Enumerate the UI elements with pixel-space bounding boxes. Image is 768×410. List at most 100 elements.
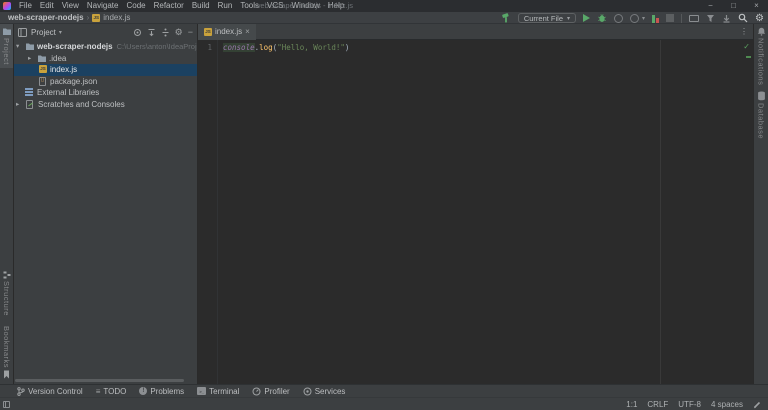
maximize-button[interactable]: □ <box>722 0 745 12</box>
database-icon <box>757 91 765 101</box>
main-toolbar: Current File ▾ ▾ ⚙ <box>501 12 764 24</box>
editor-area: JS index.js × ⋮ 1 console.log("Hello, Wo… <box>198 23 753 384</box>
tab-indexjs[interactable]: JS index.js × <box>198 23 256 40</box>
folder-icon <box>38 55 46 62</box>
menu-navigate[interactable]: Navigate <box>83 0 123 12</box>
indent-widget[interactable]: 4 spaces <box>711 400 743 409</box>
minimize-button[interactable]: − <box>699 0 722 12</box>
menu-build[interactable]: Build <box>188 0 214 12</box>
chevron-collapsed-icon[interactable]: ▸ <box>28 53 31 65</box>
stripe-label-bookmarks: Bookmarks <box>2 325 11 368</box>
project-view-icon <box>18 27 27 37</box>
tab-options-kebab-icon[interactable]: ⋮ <box>740 27 753 36</box>
todo-list-icon: ≡ <box>95 386 101 396</box>
encoding-widget[interactable]: UTF-8 <box>678 400 701 409</box>
tab-label: index.js <box>215 27 243 36</box>
close-tab-icon[interactable]: × <box>245 27 250 36</box>
update-project-icon[interactable] <box>706 14 715 23</box>
tree-row-packagejson[interactable]: {} package.json <box>14 76 197 88</box>
stripe-button-bookmarks[interactable]: Bookmarks <box>0 323 13 382</box>
stripe-button-project[interactable]: Project <box>0 24 13 68</box>
tool-button-label: Version Control <box>28 386 83 396</box>
services-gauge-icon <box>303 387 312 395</box>
menu-code[interactable]: Code <box>122 0 149 12</box>
tool-button-terminal[interactable]: >_ Terminal <box>197 387 239 396</box>
tool-button-problems[interactable]: ! Problems <box>139 387 184 396</box>
build-hammer-icon[interactable] <box>501 13 511 23</box>
menu-refactor[interactable]: Refactor <box>150 0 188 12</box>
tool-window-bar: Version Control ≡ TODO ! Problems >_ Ter… <box>0 384 768 397</box>
inspections-ok-icon[interactable]: ✓ <box>743 42 750 51</box>
stripe-button-database[interactable]: Database <box>754 88 768 142</box>
stripe-button-structure[interactable]: Structure <box>0 268 13 319</box>
tool-button-todo[interactable]: ≡ TODO <box>96 387 127 396</box>
tree-row-idea-folder[interactable]: ▸ .idea <box>14 53 197 65</box>
folder-icon <box>2 28 11 35</box>
caret-position-widget[interactable]: 1:1 <box>626 400 637 409</box>
panel-settings-gear-icon[interactable]: ⚙ <box>175 27 183 38</box>
main-area: Project Structure Bookmarks Project ▾ ⚙ … <box>0 23 768 384</box>
terminal-icon: >_ <box>197 387 207 395</box>
run-with-coverage-icon[interactable] <box>614 13 624 23</box>
tree-label-indexjs: index.js <box>50 65 78 74</box>
close-button[interactable]: × <box>745 0 768 12</box>
stripe-label-database: Database <box>756 103 766 140</box>
analysis-stripe-mark <box>746 56 751 58</box>
tool-button-label: TODO <box>103 386 127 396</box>
line-endings-widget[interactable]: CRLF <box>647 400 668 409</box>
ide-logo-icon <box>3 2 11 10</box>
menu-edit[interactable]: Edit <box>36 0 58 12</box>
stop-button[interactable] <box>666 14 675 22</box>
profiler-gauge-icon <box>252 387 261 395</box>
chevron-down-icon[interactable]: ▾ <box>59 29 62 36</box>
menu-view[interactable]: View <box>58 0 83 12</box>
breadcrumb-separator: › <box>86 13 90 22</box>
chevron-collapsed-icon[interactable]: ▸ <box>16 99 19 111</box>
run-button[interactable] <box>583 14 591 22</box>
code-with-me-icon[interactable] <box>689 14 700 22</box>
menu-file[interactable]: File <box>15 0 36 12</box>
run-configuration-select[interactable]: Current File ▾ <box>517 13 577 23</box>
code-editor[interactable]: 1 console.log("Hello, World!") ✓ <box>198 40 753 384</box>
horizontal-scrollbar[interactable] <box>15 379 184 382</box>
hide-panel-icon[interactable]: − <box>188 27 193 37</box>
json-file-icon: {} <box>39 76 46 86</box>
tree-label-external-libraries: External Libraries <box>37 88 100 97</box>
quick-access-icon[interactable] <box>3 400 10 408</box>
tree-row-root[interactable]: ▾ web-scraper-nodejs C:\Users\anton\IdeaP… <box>14 41 197 53</box>
expand-all-icon[interactable] <box>147 28 156 37</box>
tool-button-profiler[interactable]: Profiler <box>252 387 290 396</box>
debug-bug-icon[interactable] <box>597 13 607 23</box>
stripe-label-notifications: Notifications <box>756 38 766 86</box>
left-tool-stripe: Project Structure Bookmarks <box>0 24 14 384</box>
tree-row-indexjs[interactable]: JS index.js <box>14 64 197 76</box>
javascript-file-icon: JS <box>204 27 212 36</box>
profiler-icon[interactable] <box>652 14 660 23</box>
project-folder-icon <box>26 43 34 50</box>
breadcrumb-project[interactable]: web-scraper-nodejs <box>8 13 84 22</box>
rerun-icon[interactable] <box>630 13 640 23</box>
javascript-file-icon: JS <box>92 13 101 22</box>
select-opened-file-icon[interactable] <box>133 28 142 37</box>
collapse-all-icon[interactable] <box>161 28 170 37</box>
javascript-file-icon: JS <box>39 65 47 73</box>
project-panel-title[interactable]: Project <box>31 28 56 37</box>
download-icon[interactable] <box>722 14 731 23</box>
chevron-expanded-icon[interactable]: ▾ <box>16 41 19 53</box>
write-access-pen-icon[interactable] <box>753 400 762 409</box>
stripe-button-notifications[interactable]: Notifications <box>754 24 768 88</box>
tool-button-version-control[interactable]: Version Control <box>17 387 83 396</box>
chevron-down-icon[interactable]: ▾ <box>642 15 645 22</box>
tree-label-scratches: Scratches and Consoles <box>38 99 125 109</box>
settings-gear-icon[interactable]: ⚙ <box>755 13 764 24</box>
tree-row-external-libraries[interactable]: External Libraries <box>14 87 197 99</box>
tool-button-services[interactable]: Services <box>303 387 345 396</box>
tool-button-label: Terminal <box>209 386 240 396</box>
structure-icon <box>3 271 10 279</box>
breadcrumb-file[interactable]: index.js <box>103 13 130 22</box>
tree-label-packagejson: package.json <box>50 76 98 86</box>
search-everywhere-icon[interactable] <box>738 13 748 23</box>
menu-run[interactable]: Run <box>214 0 237 12</box>
tree-row-scratches[interactable]: ▸ Scratches and Consoles <box>14 99 197 111</box>
line-number: 1 <box>207 43 212 52</box>
